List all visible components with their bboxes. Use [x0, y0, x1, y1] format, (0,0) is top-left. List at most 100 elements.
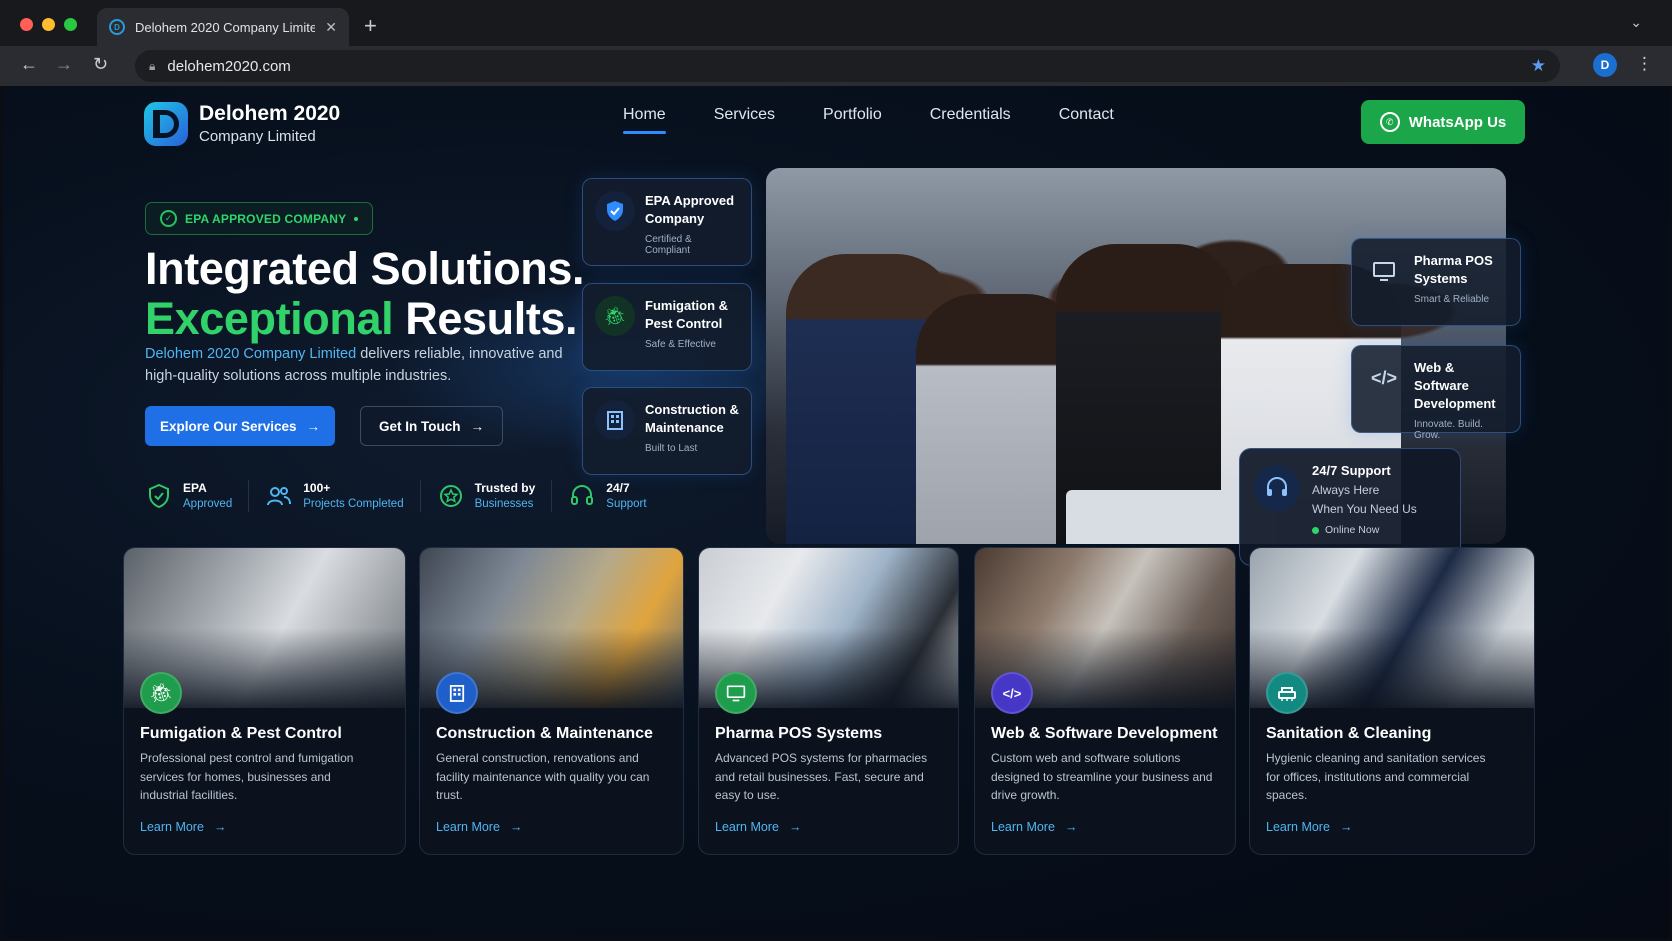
arrow-right-icon: → — [306, 418, 321, 434]
nav-contact[interactable]: Contact — [1059, 106, 1114, 134]
bug-icon: 🐞︎ — [140, 672, 182, 714]
nav-portfolio[interactable]: Portfolio — [823, 106, 882, 134]
stat-title: 100+ — [303, 481, 331, 495]
stat-title: 24/7 — [606, 481, 630, 495]
learn-more-link[interactable]: Learn More → — [140, 820, 226, 834]
whatsapp-button[interactable]: ✆ WhatsApp Us — [1361, 100, 1525, 144]
whatsapp-label: WhatsApp Us — [1408, 113, 1507, 131]
service-card-construction[interactable]: Construction & Maintenance General const… — [419, 547, 684, 855]
get-in-touch-button[interactable]: Get In Touch → — [360, 406, 503, 446]
arrow-right-icon: → — [788, 820, 802, 834]
more-menu-icon[interactable]: ⋮ — [1636, 54, 1653, 74]
feature-card-fumigation[interactable]: 🐞︎ Fumigation & Pest Control Safe & Effe… — [582, 283, 752, 371]
profile-avatar[interactable]: D — [1593, 53, 1617, 77]
logo-icon[interactable] — [144, 102, 188, 146]
nav-services[interactable]: Services — [714, 106, 775, 134]
code-icon: </> — [1370, 367, 1398, 388]
learn-more-link[interactable]: Learn More → — [715, 820, 801, 834]
explore-services-button[interactable]: Explore Our Services → — [145, 406, 335, 446]
code-icon: </> — [991, 672, 1033, 714]
tab-list-chevron-icon[interactable]: ⌄ — [1630, 14, 1642, 31]
learn-more-label: Learn More — [991, 820, 1055, 834]
tab-title: Delohem 2020 Company Limite — [135, 19, 315, 35]
building-icon — [595, 400, 635, 440]
tab-bar: D Delohem 2020 Company Limite ✕ + ⌄ — [0, 0, 1672, 46]
feature-card-construction[interactable]: Construction & Maintenance Built to Last — [582, 387, 752, 475]
services-grid: 🐞︎ Fumigation & Pest Control Professiona… — [123, 547, 1538, 857]
learn-more-link[interactable]: Learn More → — [991, 820, 1077, 834]
stat-projects: 100+ Projects Completed — [265, 480, 421, 512]
window-controls — [20, 18, 77, 31]
close-window-button[interactable] — [20, 18, 33, 31]
back-arrow-icon[interactable]: ← — [20, 54, 38, 75]
monitor-icon — [1364, 251, 1404, 291]
arrow-right-icon: → — [470, 418, 485, 434]
lock-icon: 🔒︎ — [149, 58, 156, 73]
feature-card-pharma-pos[interactable]: Pharma POS Systems Smart & Reliable — [1351, 238, 1521, 326]
feature-card-epa[interactable]: EPA Approved Company Certified & Complia… — [582, 178, 752, 266]
reload-icon[interactable]: ↻ — [93, 54, 108, 75]
browser-toolbar: ← → ↻ 🔒︎ delohem2020.com ★ D ⋮ — [0, 46, 1672, 86]
forward-arrow-icon[interactable]: → — [55, 54, 73, 75]
support-status: Online Now — [1312, 524, 1448, 536]
service-card-sanitation[interactable]: Sanitation & Cleaning Hygienic cleaning … — [1249, 547, 1535, 855]
arrow-right-icon: → — [1339, 820, 1353, 834]
service-card-web-dev[interactable]: </> Web & Software Development Custom we… — [974, 547, 1236, 855]
explore-services-label: Explore Our Services — [159, 418, 297, 434]
monitor-icon — [715, 672, 757, 714]
new-tab-icon[interactable]: + — [364, 13, 377, 39]
epa-badge: ✓ EPA APPROVED COMPANY — [145, 202, 374, 235]
star-badge-icon — [437, 482, 465, 510]
feature-title: EPA Approved Company — [645, 193, 735, 226]
service-desc: Custom web and software solutions design… — [991, 751, 1213, 802]
main-nav: Home Services Portfolio Credentials Cont… — [623, 106, 1114, 134]
minimize-window-button[interactable] — [42, 18, 55, 31]
brand-name[interactable]: Delohem 2020 — [199, 102, 340, 126]
stat-epa: EPA Approved — [145, 480, 250, 512]
feature-sub: Certified & Compliant — [645, 234, 692, 256]
service-title: Fumigation & Pest Control — [140, 725, 342, 742]
feature-sub: Built to Last — [645, 443, 698, 454]
stat-support: 24/7 Support — [568, 480, 662, 512]
learn-more-link[interactable]: Learn More → — [1266, 820, 1352, 834]
service-title: Web & Software Development — [991, 725, 1218, 742]
learn-more-link[interactable]: Learn More → — [436, 820, 522, 834]
service-title: Construction & Maintenance — [436, 725, 653, 742]
browser-tab[interactable]: D Delohem 2020 Company Limite ✕ — [97, 8, 349, 46]
learn-more-label: Learn More — [1266, 820, 1330, 834]
feature-title: Web & Software Development — [1414, 360, 1496, 411]
arrow-right-icon: → — [509, 820, 523, 834]
feature-title: Fumigation & Pest Control — [645, 298, 729, 331]
maximize-window-button[interactable] — [64, 18, 77, 31]
headset-icon — [568, 482, 596, 510]
nav-home[interactable]: Home — [623, 106, 666, 134]
cleaning-icon — [1266, 672, 1308, 714]
feature-title: Pharma POS Systems — [1414, 253, 1493, 286]
nav-credentials[interactable]: Credentials — [930, 106, 1011, 134]
url-text: delohem2020.com — [167, 57, 291, 75]
close-tab-icon[interactable]: ✕ — [325, 19, 337, 36]
support-title: 24/7 Support — [1312, 463, 1391, 478]
browser-chrome: D Delohem 2020 Company Limite ✕ + ⌄ ← → … — [0, 0, 1672, 86]
service-card-pharma-pos[interactable]: Pharma POS Systems Advanced POS systems … — [698, 547, 959, 855]
address-bar[interactable]: 🔒︎ delohem2020.com ★ — [135, 50, 1560, 82]
service-title: Sanitation & Cleaning — [1266, 725, 1432, 742]
stat-trusted: Trusted by Businesses — [437, 480, 553, 512]
status-text: Online Now — [1325, 524, 1380, 536]
badge-dot — [354, 216, 359, 221]
headline-line-1: Integrated Solutions. — [145, 243, 585, 294]
service-desc: Hygienic cleaning and sanitation service… — [1266, 751, 1486, 802]
check-circle-icon: ✓ — [160, 210, 177, 227]
intro-brand: Delohem 2020 Company Limited — [145, 346, 357, 362]
feature-sub: Smart & Reliable — [1414, 294, 1490, 305]
bookmark-star-icon[interactable]: ★ — [1531, 56, 1546, 76]
service-card-fumigation[interactable]: 🐞︎ Fumigation & Pest Control Professiona… — [123, 547, 406, 855]
support-line-2: When You Need Us — [1312, 502, 1417, 516]
stat-title: EPA — [183, 481, 207, 495]
learn-more-label: Learn More — [140, 820, 204, 834]
service-desc: Professional pest control and fumigation… — [140, 751, 354, 802]
stat-sub: Projects Completed — [303, 498, 404, 510]
feature-card-web-dev[interactable]: </> Web & Software Development Innovate.… — [1351, 345, 1521, 441]
hero-stats: EPA Approved 100+ Projects Completed Trust… — [145, 480, 679, 512]
headset-icon — [1254, 465, 1300, 511]
